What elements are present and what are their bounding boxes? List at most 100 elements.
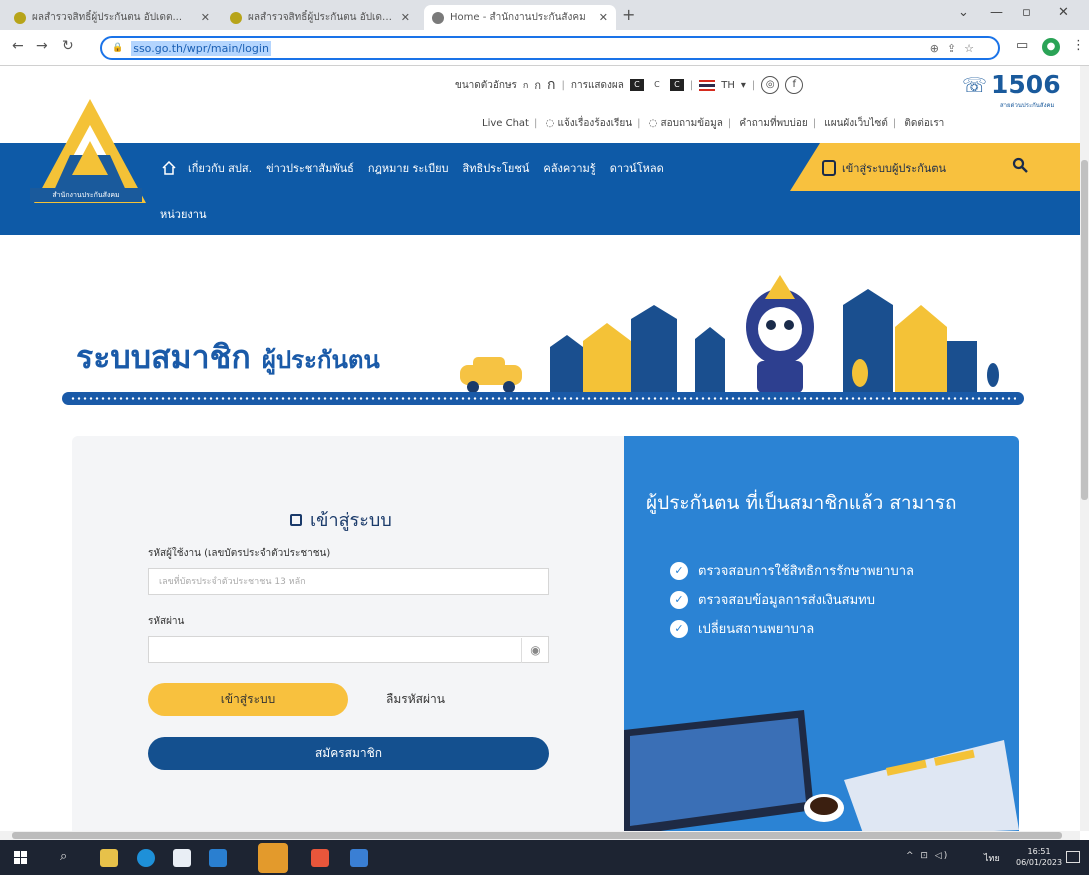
login-title-text: เข้าสู่ระบบ [310,510,392,531]
nav-item-agencies[interactable]: หน่วยงาน [160,205,206,223]
divider: | [751,79,756,91]
lock-icon [822,160,836,176]
password-label: รหัสผ่าน [148,616,185,627]
windows-start-icon[interactable] [14,851,27,864]
url-input[interactable]: 🔒 sso.go.th/wpr/main/login ⊕⇪☆ [100,36,1000,60]
comment-icon: ◌ [648,118,658,129]
profile-avatar-icon[interactable]: ● [1042,38,1060,56]
top-links: Live Chat | ◌ แจ้งเรื่องร้องเรียน | ◌ สอบถ… [482,118,945,129]
mail-icon[interactable] [209,849,227,867]
login-button[interactable]: เข้าสู่ระบบ [148,683,348,716]
system-clock[interactable]: 16:51 06/01/2023 [1016,846,1062,868]
list-item: ✓ เปลี่ยนสถานพยาบาล [670,614,914,643]
word-icon[interactable] [350,849,368,867]
home-icon[interactable] [162,161,176,175]
thai-flag-icon[interactable] [699,79,716,91]
link-faq[interactable]: คำถามที่พบบ่อย [739,118,807,129]
padlock-icon [290,513,302,526]
title-sub: ผู้ประกันตน [261,346,380,374]
app-icon[interactable] [258,843,288,873]
font-size-small[interactable]: ก [523,78,528,92]
site-favicon-icon [230,11,242,24]
benefit-text: ตรวจสอบการใช้สิทธิการรักษาพยาบาล [698,564,914,579]
contrast-high-option[interactable]: C [669,79,684,91]
hotline-number: 1506 [991,70,1061,99]
hotline-caption: สายด่วนประกันสังคม [1000,102,1055,109]
globe-icon [432,11,444,24]
input-language[interactable]: ไทย [984,851,1000,865]
show-password-eye-icon[interactable]: ◉ [521,638,549,663]
nav-item-about[interactable]: เกี่ยวกับ สปส. [188,159,252,177]
browser-tab-1[interactable]: ผลสำรวจสิทธิ์ผู้ประกันตน อัปเดต... ✕ [6,5,218,30]
register-button[interactable]: สมัครสมาชิก [148,737,549,770]
insured-login-link[interactable]: เข้าสู่ระบบผู้ประกันตน [822,159,946,177]
contrast-light-option[interactable]: C [650,79,664,91]
language-select[interactable]: TH [721,80,735,91]
link-complaint[interactable]: แจ้งเรื่องร้องเรียน [557,118,632,129]
hotline[interactable]: ☏ 1506 สายด่วนประกันสังคม [962,70,1061,110]
tab-close-icon[interactable]: ✕ [201,11,210,24]
browser-tab-2[interactable]: ผลสำรวจสิทธิ์ผู้ประกันตน อัปเดต... ✕ [222,5,418,30]
chat-icon[interactable]: ◎ [761,76,780,94]
url-text: sso.go.th/wpr/main/login [131,40,271,56]
link-live-chat[interactable]: Live Chat [482,118,529,129]
username-input[interactable] [148,568,549,595]
forgot-password-link[interactable]: ลืมรหัสผ่าน [386,690,445,709]
font-size-large[interactable]: ก [547,74,555,96]
chevron-down-icon[interactable]: ▾ [741,80,746,91]
browser-tab-3-active[interactable]: Home - สำนักงานประกันสังคม ✕ [424,5,616,30]
promo-title: ผู้ประกันตน ที่เป็นสมาชิกแล้ว สามารถ [646,492,957,514]
edge-icon[interactable] [137,849,155,867]
menu-icon[interactable]: ⋮ [1072,38,1085,53]
forward-icon[interactable]: → [36,38,48,54]
link-contact[interactable]: ติดต่อเรา [904,118,944,129]
reload-icon[interactable]: ↻ [62,38,74,54]
store-icon[interactable] [173,849,191,867]
sidebar-icon[interactable]: ▭ [1016,38,1028,53]
omnibox-actions[interactable]: ⊕⇪☆ [930,42,982,55]
browser-tab-bar: ผลสำรวจสิทธิ์ผู้ประกันตน อัปเดต... ✕ ผลส… [0,0,1089,30]
link-inquiry[interactable]: สอบถามข้อมูล [661,118,723,129]
nav-item-download[interactable]: ดาวน์โหลด [610,159,664,177]
tab-search-icon[interactable]: ⌄ [958,5,969,20]
vertical-scrollbar-thumb[interactable] [1081,160,1088,500]
link-sitemap[interactable]: แผนผังเว็บไซต์ [824,118,888,129]
font-size-medium[interactable]: ก [534,76,541,94]
chrome-icon[interactable] [311,849,329,867]
login-heading: เข้าสู่ระบบ [290,505,392,534]
search-icon[interactable]: ⌕ [60,849,67,864]
phone-icon: ☏ [962,73,988,97]
lock-icon[interactable]: 🔒 [112,43,123,53]
list-item: ✓ ตรวจสอบข้อมูลการส่งเงินสมทบ [670,585,914,614]
tab-title: ผลสำรวจสิทธิ์ผู้ประกันตน อัปเดต... [248,12,395,23]
close-window-icon[interactable]: ✕ [1058,5,1069,20]
maximize-icon[interactable]: ▫ [1022,5,1031,20]
font-size-label: ขนาดตัวอักษร [455,79,517,91]
username-label: รหัสผู้ใช้งาน (เลขบัตรประจำตัวประชาชน) [148,548,331,559]
logo-caption: สำนักงานประกันสังคม [30,188,142,202]
search-icon[interactable] [1012,157,1028,173]
new-tab-icon[interactable]: + [622,5,635,24]
accessibility-bar: ขนาดตัวอักษร ก ก ก | การแสดงผล C C C | T… [455,72,804,98]
contrast-label: การแสดงผล [570,79,624,91]
facebook-icon[interactable]: f [785,76,804,94]
nav-item-knowledge[interactable]: คลังความรู้ [543,159,595,177]
file-explorer-icon[interactable] [100,849,118,867]
nav-menu: เกี่ยวกับ สปส. ข่าวประชาสัมพันธ์ กฎหมาย … [188,159,664,177]
back-icon[interactable]: ← [12,38,24,54]
nav-item-benefits[interactable]: สิทธิประโยชน์ [463,159,530,177]
check-icon: ✓ [670,561,688,580]
list-item: ✓ ตรวจสอบการใช้สิทธิการรักษาพยาบาล [670,556,914,585]
password-input[interactable] [148,636,549,663]
tab-close-icon[interactable]: ✕ [401,11,410,24]
nav-item-news[interactable]: ข่าวประชาสัมพันธ์ [266,159,354,177]
minimize-icon[interactable]: — [990,5,1003,20]
notification-icon[interactable] [1066,851,1080,863]
horizontal-scrollbar-thumb[interactable] [12,832,1062,839]
tab-close-icon[interactable]: ✕ [599,11,608,24]
contrast-dark-option[interactable]: C [629,79,644,91]
divider: | [689,79,694,91]
system-tray-icons[interactable]: ^ ⊡ ◁) [906,851,949,861]
nav-item-law[interactable]: กฎหมาย ระเบียบ [368,159,449,177]
benefit-text: ตรวจสอบข้อมูลการส่งเงินสมทบ [698,593,876,608]
